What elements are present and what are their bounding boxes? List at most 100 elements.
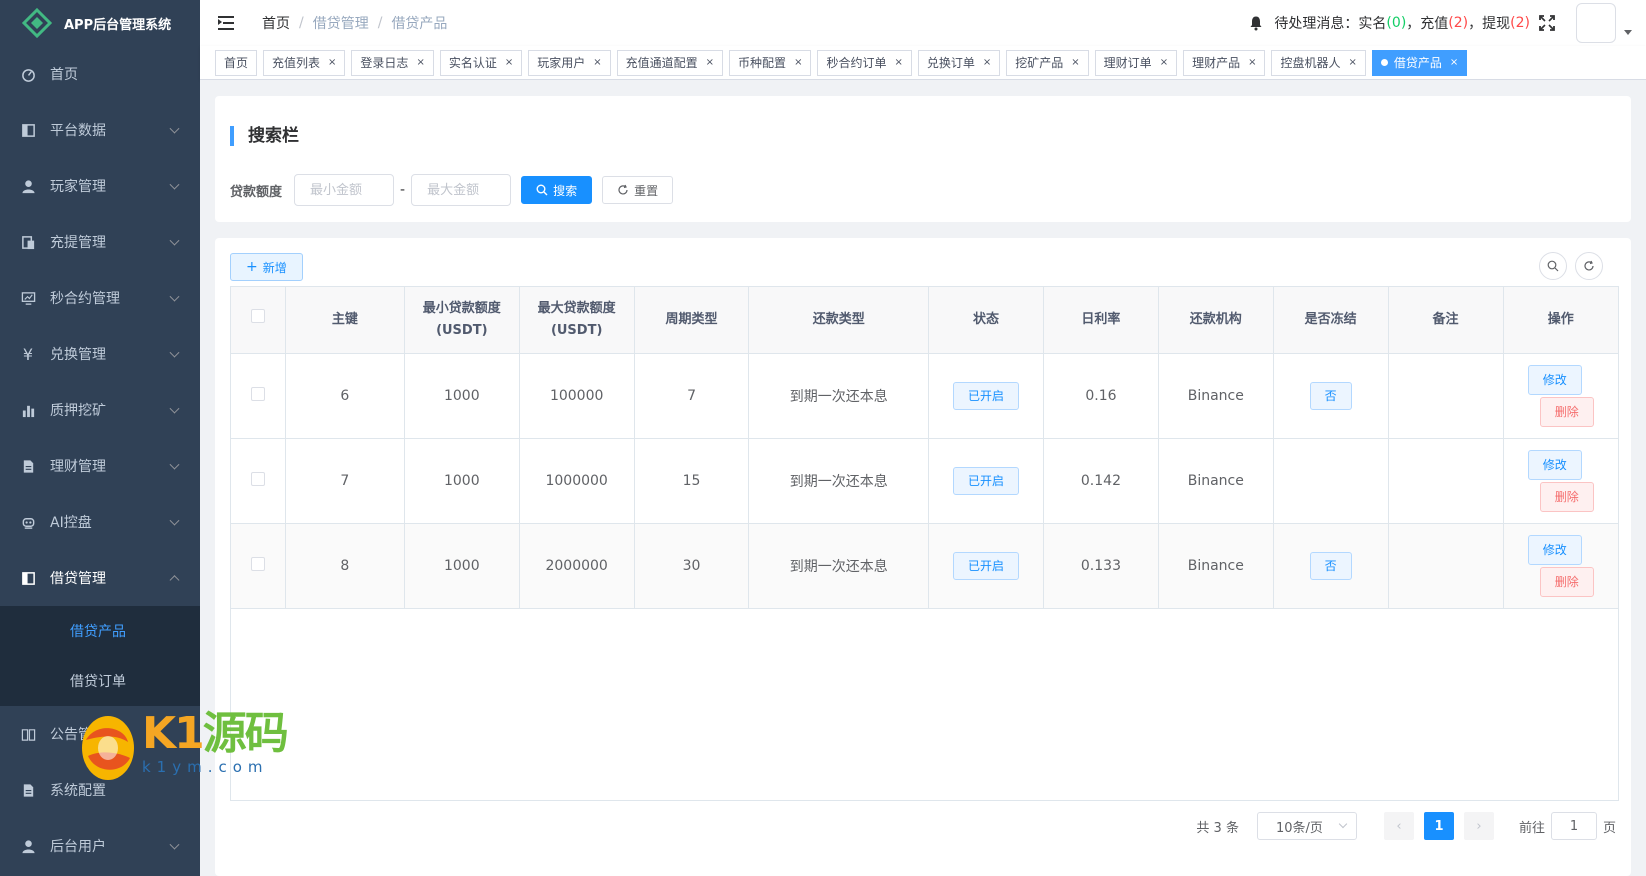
select-all-checkbox[interactable] — [250, 308, 265, 323]
goto-page-input[interactable] — [1550, 812, 1597, 840]
sidebar-item-platform-data[interactable]: 平台数据 — [0, 102, 200, 158]
search-form: 贷款额度 - 搜索 重置 — [230, 174, 674, 206]
refresh-table-button[interactable] — [1575, 252, 1603, 280]
pending-notice[interactable]: 待处理消息：实名 ( 0 ) ，充值 ( 2 ) ，提现 ( 2 ) — [1274, 13, 1530, 33]
bar-chart-icon — [20, 402, 36, 418]
sidebar: APP后台管理系统 首页 平台数据 玩家管理 充提管理 秒合约管理 ¥ 兑换管理… — [0, 0, 200, 876]
edit-button[interactable]: 修改 — [1527, 364, 1582, 395]
sidebar-item-label: 系统配置 — [50, 783, 106, 799]
column-header: 周期类型 — [634, 287, 750, 354]
sidebar-item-exchange[interactable]: ¥ 兑换管理 — [0, 326, 200, 382]
column-header: 操作 — [1503, 287, 1618, 354]
min-amount-input[interactable] — [294, 174, 395, 206]
sidebar-subitem-loan-orders[interactable]: 借贷订单 — [0, 656, 200, 706]
column-header: 还款类型 — [748, 287, 930, 354]
page-size-select[interactable]: 10条/页 — [1256, 812, 1357, 840]
sidebar-item-admin-users[interactable]: 后台用户 — [0, 818, 200, 874]
avatar[interactable] — [1576, 3, 1616, 43]
breadcrumb-item-loan-products: 借贷产品 — [391, 16, 448, 32]
topbar-right: 待处理消息：实名 ( 0 ) ，充值 ( 2 ) ，提现 ( 2 ) — [1248, 0, 1646, 46]
tag-player-users[interactable]: 玩家用户 × — [528, 49, 611, 76]
cell-rate: 0.142 — [1043, 438, 1159, 524]
tag-loan-products[interactable]: 借贷产品 × — [1371, 49, 1468, 76]
delete-button[interactable]: 删除 — [1539, 396, 1594, 427]
close-icon[interactable]: × — [1160, 51, 1168, 75]
cell-repay: 到期一次还本息 — [748, 353, 930, 439]
sidebar-item-second-contract[interactable]: 秒合约管理 — [0, 270, 200, 326]
tag-home[interactable]: 首页 — [215, 49, 258, 76]
cell-actions: 修改 删除 — [1503, 523, 1618, 609]
sidebar-subitem-loan-products[interactable]: 借贷产品 — [0, 606, 200, 656]
add-button[interactable]: + 新增 — [230, 253, 303, 281]
tag-recharge-channel-config[interactable]: 充值通道配置 × — [616, 49, 724, 76]
close-icon[interactable]: × — [894, 51, 902, 75]
sidebar-item-ai-control[interactable]: AI控盘 — [0, 494, 200, 550]
max-amount-input[interactable] — [411, 174, 512, 206]
delete-button[interactable]: 删除 — [1539, 481, 1594, 512]
row-checkbox[interactable] — [250, 386, 265, 401]
table-row: 8 1000 2000000 30 到期一次还本息 已开启 0.133 Bina… — [231, 523, 1618, 609]
prev-page-button[interactable]: ‹ — [1383, 812, 1414, 840]
tag-mining-products[interactable]: 挖矿产品 × — [1006, 49, 1089, 76]
fullscreen-icon[interactable] — [1538, 14, 1556, 32]
sidebar-item-label: 平台数据 — [50, 123, 106, 139]
cell-max: 1000000 — [519, 438, 635, 524]
bell-icon[interactable] — [1248, 15, 1264, 31]
row-checkbox[interactable] — [250, 556, 265, 571]
tag-second-contract-orders[interactable]: 秒合约订单 × — [817, 49, 912, 76]
tag-currency-config[interactable]: 币种配置 × — [729, 49, 812, 76]
close-icon[interactable]: × — [593, 51, 601, 75]
cell-actions: 修改 删除 — [1503, 353, 1618, 439]
page-number-button[interactable]: 1 — [1423, 812, 1454, 840]
close-icon[interactable]: × — [505, 51, 513, 75]
search-button-label: 搜索 — [553, 183, 578, 198]
sidebar-item-deposit-withdraw[interactable]: 充提管理 — [0, 214, 200, 270]
sidebar-item-staking-mining[interactable]: 质押挖矿 — [0, 382, 200, 438]
toggle-search-button[interactable] — [1539, 252, 1567, 280]
close-icon[interactable]: × — [416, 51, 424, 75]
sidebar-item-wealth-management[interactable]: 理财管理 — [0, 438, 200, 494]
delete-button[interactable]: 删除 — [1539, 566, 1594, 597]
sidebar-item-announcements[interactable]: 公告管理 — [0, 706, 200, 762]
tag-login-log[interactable]: 登录日志 × — [351, 49, 434, 76]
sidebar-item-home[interactable]: 首页 — [0, 46, 200, 102]
reset-button[interactable]: 重置 — [602, 176, 674, 204]
search-title: 搜索栏 — [230, 126, 299, 146]
sidebar-subitem-label: 借贷订单 — [70, 674, 126, 690]
cell-rate: 0.133 — [1043, 523, 1159, 609]
sidebar-item-label: 首页 — [50, 67, 78, 83]
search-button[interactable]: 搜索 — [521, 176, 593, 204]
cell-cycle: 7 — [634, 353, 750, 439]
row-checkbox[interactable] — [250, 471, 265, 486]
cell-min: 1000 — [404, 438, 520, 524]
tag-exchange-orders[interactable]: 兑换订单 × — [917, 49, 1001, 76]
tag-realname-auth[interactable]: 实名认证 × — [439, 49, 523, 76]
caret-down-icon[interactable] — [1624, 29, 1632, 35]
close-icon[interactable]: × — [1071, 51, 1079, 75]
next-page-button[interactable]: › — [1463, 812, 1494, 840]
edit-button[interactable]: 修改 — [1527, 534, 1582, 565]
sidebar-item-loan-management[interactable]: 借贷管理 — [0, 550, 200, 606]
close-icon[interactable]: × — [1349, 51, 1357, 75]
hamburger-icon[interactable] — [218, 16, 234, 30]
cell-id: 6 — [285, 353, 405, 439]
close-icon[interactable]: × — [706, 51, 714, 75]
breadcrumb-item-home[interactable]: 首页 — [262, 13, 290, 33]
edit-button[interactable]: 修改 — [1527, 449, 1582, 480]
tag-wealth-products[interactable]: 理财产品 × — [1183, 49, 1266, 76]
sidebar-item-system-config[interactable]: 系统配置 — [0, 762, 200, 818]
sidebar-item-players[interactable]: 玩家管理 — [0, 158, 200, 214]
cell-status: 已开启 — [928, 353, 1044, 439]
close-icon[interactable]: × — [794, 51, 802, 75]
tag-control-robot[interactable]: 控盘机器人 × — [1271, 49, 1366, 76]
chevron-down-icon — [169, 235, 180, 246]
tag-wealth-orders[interactable]: 理财订单 × — [1094, 49, 1178, 76]
sidebar-subitem-label: 借贷产品 — [70, 624, 126, 640]
close-icon[interactable]: × — [328, 51, 336, 75]
close-icon[interactable]: × — [983, 51, 991, 75]
tag-recharge-list[interactable]: 充值列表 × — [263, 49, 346, 76]
table-panel: + 新增 主键 最小贷款额度(USDT) 最大贷款额度(USDT) 周期类型 还… — [215, 238, 1631, 876]
close-icon[interactable]: × — [1248, 51, 1256, 75]
close-icon[interactable]: × — [1450, 51, 1458, 75]
brand[interactable]: APP后台管理系统 — [0, 0, 200, 46]
